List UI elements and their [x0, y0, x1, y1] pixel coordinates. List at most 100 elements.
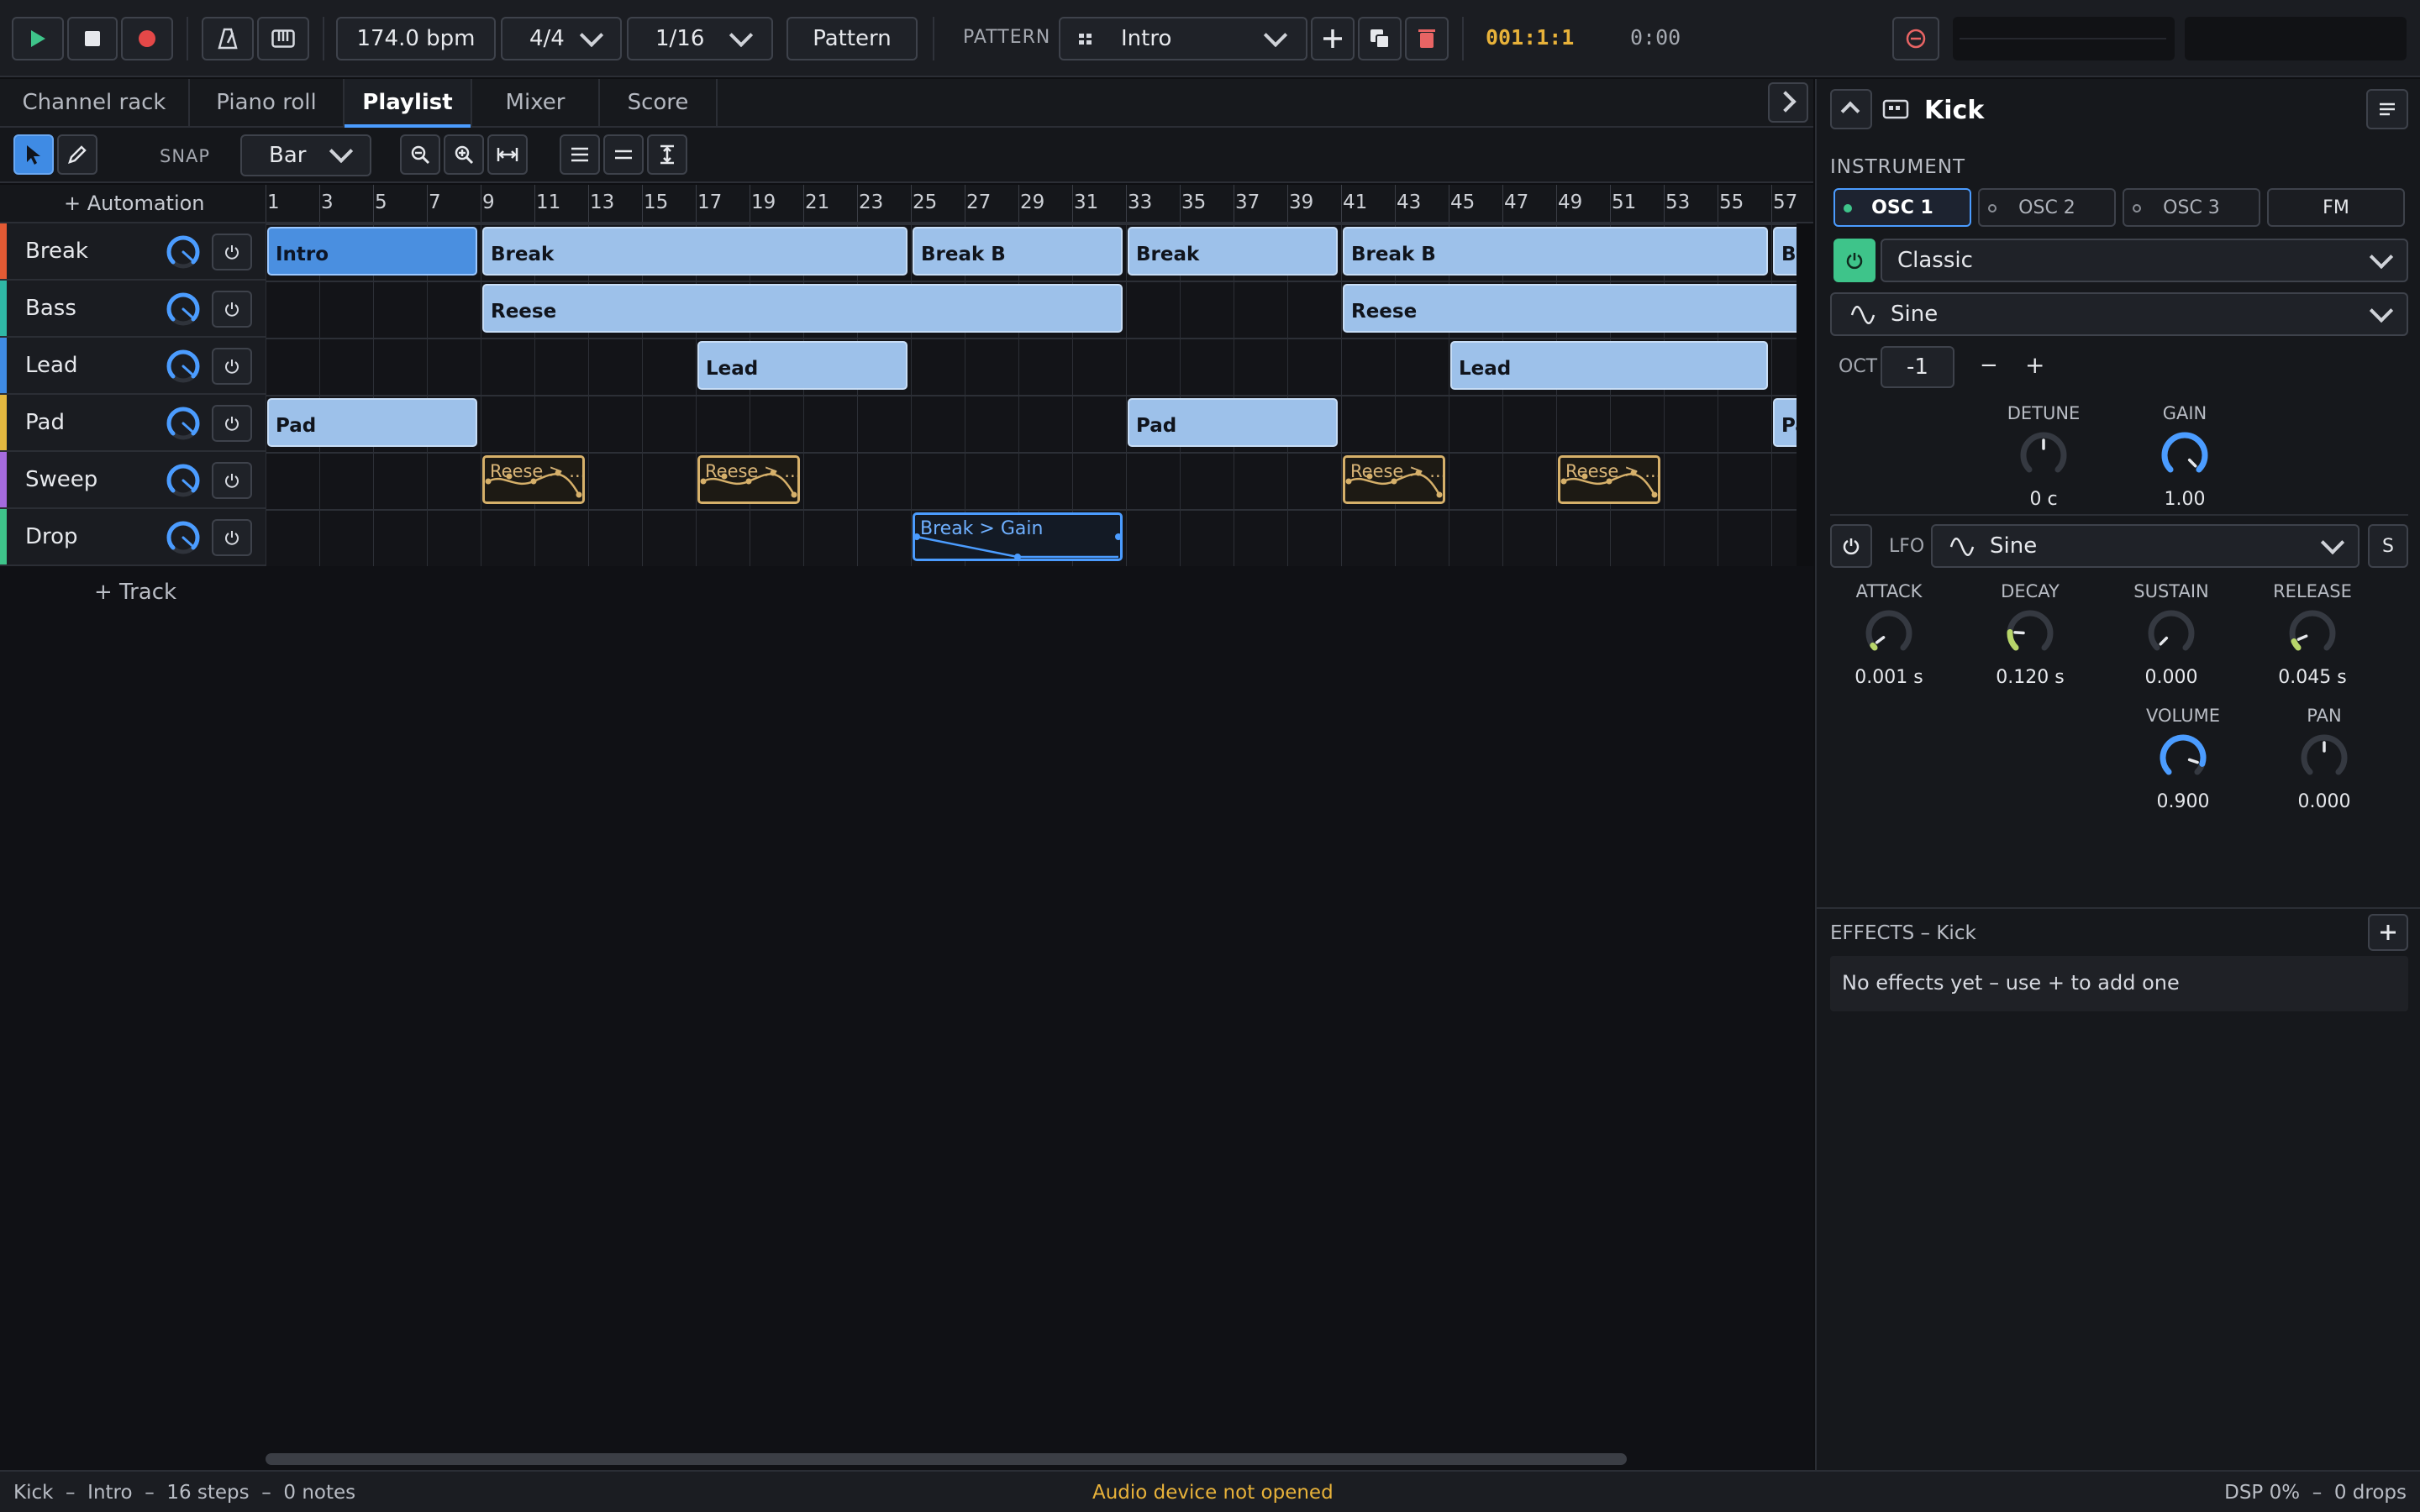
select-tool-button[interactable]	[13, 134, 54, 175]
track-mute-button[interactable]	[212, 234, 252, 270]
horizontal-scrollbar[interactable]	[266, 1453, 1627, 1465]
pattern-clip[interactable]: Lead	[697, 341, 908, 390]
delete-pattern-button[interactable]	[1405, 17, 1449, 60]
pattern-clip[interactable]: Pad	[1128, 398, 1338, 447]
automation-clip[interactable]: Reese > ...	[1558, 455, 1660, 504]
track-header-lead[interactable]: Lead	[0, 338, 266, 395]
lfo-sync-button[interactable]: S	[2368, 524, 2408, 568]
track-header-pad[interactable]: Pad	[0, 395, 266, 452]
oct-increment-button[interactable]: +	[2025, 351, 2044, 379]
pattern-clip[interactable]: Break	[1128, 227, 1338, 276]
track-mute-button[interactable]	[212, 405, 252, 442]
pattern-clip[interactable]: Reese	[482, 284, 1123, 333]
add-effect-button[interactable]	[2368, 914, 2408, 951]
bpm-field[interactable]: 174.0 bpm	[336, 17, 496, 60]
pattern-clip[interactable]: Intro	[267, 227, 477, 276]
step-select[interactable]: 1/16	[627, 17, 773, 60]
track-mute-button[interactable]	[212, 348, 252, 385]
pattern-clip[interactable]: Break B	[1343, 227, 1768, 276]
zoom-fit-button[interactable]	[487, 134, 528, 175]
metronome-button[interactable]	[202, 17, 254, 60]
status-left: Kick – Intro – 16 steps – 0 notes	[13, 1482, 356, 1504]
oct-field[interactable]: -1	[1881, 346, 1954, 388]
waveform-select[interactable]: Sine	[1830, 292, 2408, 336]
add-pattern-button[interactable]	[1311, 17, 1355, 60]
pattern-clip[interactable]: Break	[1773, 227, 1797, 276]
clone-pattern-button[interactable]	[1358, 17, 1402, 60]
tab-mixer[interactable]: Mixer	[472, 79, 600, 126]
sustain-knob[interactable]	[2144, 606, 2198, 660]
track-header-sweep[interactable]: Sweep	[0, 452, 266, 509]
track-volume-knob[interactable]	[165, 405, 202, 442]
engine-select[interactable]: Classic	[1881, 239, 2408, 282]
pattern-clip[interactable]: Lead	[1450, 341, 1768, 390]
tab-piano-roll[interactable]: Piano roll	[190, 79, 345, 126]
decay-knob[interactable]	[2003, 606, 2057, 660]
release-value: 0.045 s	[2278, 667, 2347, 688]
zoom-in-icon	[455, 145, 474, 165]
instrument-menu-button[interactable]	[2366, 89, 2408, 129]
snap-select[interactable]: Bar	[240, 134, 371, 176]
pattern-mode-button[interactable]: Pattern	[786, 17, 918, 60]
automation-clip[interactable]: Break > Gain	[913, 512, 1123, 561]
track-mute-button[interactable]	[212, 291, 252, 328]
track-mute-button[interactable]	[212, 519, 252, 556]
track-volume-knob[interactable]	[165, 519, 202, 556]
ruler-tick	[1556, 185, 1557, 222]
volume-knob[interactable]	[2156, 731, 2210, 785]
ruler-bar-number: 7	[429, 192, 441, 213]
pattern-clip[interactable]: Break	[482, 227, 908, 276]
collapse-panel-button[interactable]	[1768, 82, 1808, 123]
add-automation-button[interactable]: + Automation	[64, 192, 205, 215]
osc-power-button[interactable]	[1833, 239, 1876, 282]
track-volume-knob[interactable]	[165, 462, 202, 499]
automation-clip[interactable]: Reese > ...	[1343, 455, 1445, 504]
pattern-clip[interactable]: Break B	[913, 227, 1123, 276]
track-height-small-button[interactable]	[603, 134, 644, 175]
automation-clip[interactable]: Reese > ...	[482, 455, 585, 504]
fm-tab[interactable]: FM	[2267, 188, 2405, 227]
tab-score[interactable]: Score	[600, 79, 718, 126]
track-mute-button[interactable]	[212, 462, 252, 499]
gain-knob[interactable]	[2158, 428, 2212, 482]
track-header-drop[interactable]: Drop	[0, 509, 266, 566]
osc-2-tab[interactable]: OSC 2	[1978, 188, 2116, 227]
zoom-in-button[interactable]	[444, 134, 484, 175]
attack-knob[interactable]	[1862, 606, 1916, 660]
lfo-wave-select[interactable]: Sine	[1931, 524, 2360, 568]
stop-button[interactable]	[67, 17, 118, 60]
track-volume-knob[interactable]	[165, 234, 202, 270]
detune-knob[interactable]	[2017, 428, 2070, 482]
osc-1-tab[interactable]: OSC 1	[1833, 188, 1971, 227]
play-button[interactable]	[12, 17, 64, 60]
pattern-clip[interactable]: Pad	[267, 398, 477, 447]
add-track-button[interactable]: + Track	[94, 580, 176, 605]
track-height-large-button[interactable]	[560, 134, 600, 175]
collapse-instrument-button[interactable]	[1830, 89, 1872, 129]
osc-3-tab[interactable]: OSC 3	[2123, 188, 2260, 227]
track-height-fit-button[interactable]	[647, 134, 687, 175]
tab-channel-rack[interactable]: Channel rack	[0, 79, 190, 126]
panic-button[interactable]	[1892, 17, 1939, 60]
zoom-out-button[interactable]	[400, 134, 440, 175]
pattern-clip[interactable]: Reese	[1343, 284, 1797, 333]
record-button[interactable]	[121, 17, 173, 60]
release-knob[interactable]	[2286, 606, 2339, 660]
time-signature-select[interactable]: 4/4	[501, 17, 622, 60]
oct-decrement-button[interactable]: −	[1980, 353, 1998, 378]
track-volume-knob[interactable]	[165, 348, 202, 385]
draw-tool-button[interactable]	[57, 134, 97, 175]
playlist-grid[interactable]: Intro Break Break B Break Break B Break Reese R…	[266, 223, 1797, 566]
pan-knob[interactable]	[2297, 731, 2351, 785]
track-header-bass[interactable]: Bass	[0, 281, 266, 338]
pattern-clip[interactable]: Pad	[1773, 398, 1797, 447]
keyboard-button[interactable]	[257, 17, 309, 60]
tab-playlist[interactable]: Playlist	[345, 79, 472, 128]
lfo-power-button[interactable]	[1830, 524, 1872, 568]
pattern-select[interactable]: Intro	[1059, 17, 1307, 60]
track-header-break[interactable]: Break	[0, 223, 266, 281]
ruler-tick	[1018, 185, 1019, 222]
timeline-ruler[interactable]: + Automation 1 3 5 7 9 11 13 15 17 19 21 23 25 27 29 31…	[0, 185, 1813, 223]
automation-clip[interactable]: Reese > ...	[697, 455, 800, 504]
track-volume-knob[interactable]	[165, 291, 202, 328]
